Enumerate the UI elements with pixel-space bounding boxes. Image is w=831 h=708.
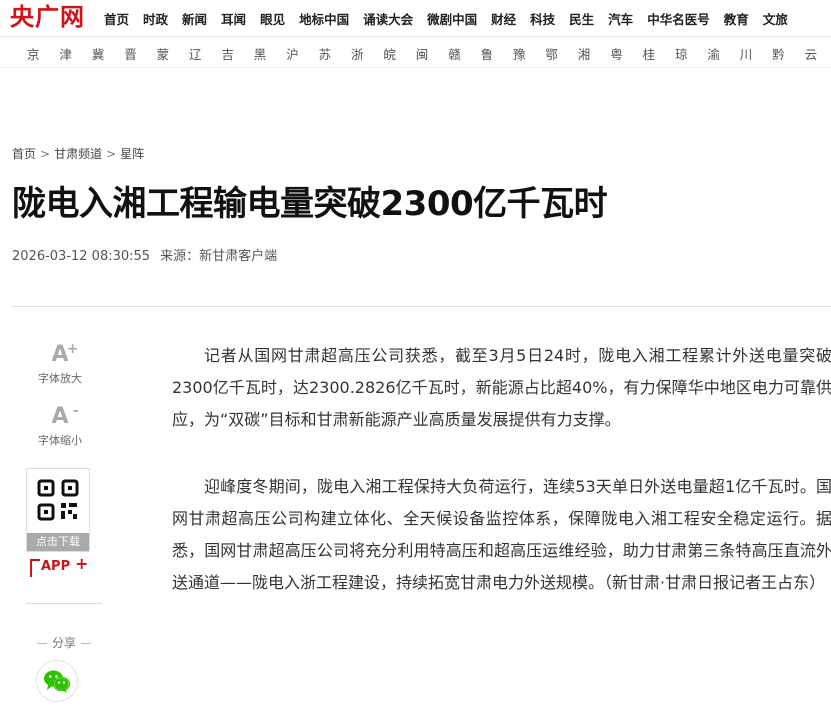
article-source: 来源：新甘肃客户端 (160, 249, 278, 264)
article-title: 陇电入湘工程输电量突破2300亿千瓦时 (12, 184, 608, 224)
article-paragraph: 记者从国网甘肃超高压公司获悉，截至3月5日24时，陇电入湘工程累计外送电量突破2… (172, 346, 831, 429)
province-link[interactable]: 黑 (254, 44, 267, 63)
share-section: 分享 (30, 634, 98, 651)
breadcrumb-link[interactable]: 甘肃频道 (54, 147, 102, 161)
site-logo[interactable]: 央广网 (10, 3, 85, 31)
divider (12, 306, 831, 307)
font-decrease-icon: A- (51, 403, 79, 429)
nav-item[interactable]: 科技 (530, 9, 555, 28)
province-link[interactable]: 京 (27, 44, 40, 63)
nav-item[interactable]: 时政 (143, 9, 168, 28)
top-navigation: 央广网 首页 时政 新闻 耳闻 眼见 地标中国 诵读大会 微剧中国 财经 科技 民生 汽车 中华名医号教… (0, 0, 831, 37)
nav-item[interactable]: 眼见 (260, 9, 285, 28)
province-link[interactable]: 苏 (319, 44, 332, 63)
province-link[interactable]: 琼 (675, 44, 688, 63)
breadcrumb: 首页 > 甘肃频道 > 星阵 (12, 145, 144, 162)
publish-date: 2026-03-12 08:30:55 (12, 249, 151, 264)
share-label: 分享 (51, 636, 76, 650)
wechat-icon (44, 670, 70, 693)
font-increase-icon: A + (51, 341, 79, 367)
nav-item[interactable]: 民生 (569, 9, 594, 28)
nav-item[interactable]: 诵读大会 (363, 9, 413, 28)
article-paragraph: 迎峰度冬期间，陇电入湘工程保持大负荷运行，连续53天单日外送电量超1亿千瓦时。国… (172, 477, 831, 592)
nav-item[interactable]: 文旅 (763, 9, 788, 28)
breadcrumb-link[interactable]: 星阵 (120, 147, 144, 161)
province-link[interactable]: 吉 (221, 44, 234, 63)
province-link[interactable]: 黔 (772, 44, 785, 63)
province-link[interactable]: 粤 (610, 44, 623, 63)
province-link[interactable]: 赣 (448, 44, 461, 63)
nav-item[interactable]: 教育 (724, 9, 749, 28)
province-link[interactable]: 湘 (578, 44, 591, 63)
province-link[interactable]: 浙 (351, 44, 364, 63)
breadcrumb-separator: > (40, 147, 51, 161)
wechat-share-button[interactable] (36, 660, 78, 702)
nav-item[interactable]: 财经 (491, 9, 516, 28)
province-link[interactable]: 闽 (416, 44, 429, 63)
article-body: 记者从国网甘肃超高压公司获悉，截至3月5日24时，陇电入湘工程累计外送电量突破2… (172, 340, 831, 634)
province-link[interactable]: 鲁 (481, 44, 494, 63)
app-button[interactable]: APP + (30, 554, 89, 577)
font-decrease-label: 字体缩小 (38, 434, 82, 447)
province-nav: 京津 冀晋 蒙辽吉 黑沪 苏浙皖 闽赣 鲁豫鄂 湘粤 桂琼渝 川黔 云 (0, 37, 831, 68)
province-link[interactable]: 蒙 (157, 44, 170, 63)
nav-item[interactable]: 汽车 (608, 9, 633, 28)
province-link[interactable]: 津 (59, 44, 72, 63)
province-link[interactable]: 云 (805, 44, 818, 63)
breadcrumb-separator: > (106, 147, 117, 161)
font-decrease-button[interactable]: A- 字体缩小 (30, 403, 90, 448)
app-label: APP (41, 559, 71, 574)
sidebar-divider (26, 603, 102, 604)
app-plus-icon: + (75, 554, 89, 573)
app-download-qr[interactable]: 点击下载 (26, 468, 90, 552)
font-increase-button[interactable]: A + 字体放大 (30, 341, 90, 386)
province-link[interactable]: 渝 (707, 44, 720, 63)
nav-item[interactable]: 中华名医号 (647, 9, 710, 28)
nav-item[interactable]: 首页 (104, 9, 129, 28)
province-link[interactable]: 豫 (513, 44, 526, 63)
nav-item[interactable]: 地标中国 (299, 9, 349, 28)
province-link[interactable]: 晋 (124, 44, 137, 63)
nav-item[interactable]: 新闻 (182, 9, 207, 28)
province-link[interactable]: 辽 (189, 44, 202, 63)
breadcrumb-link[interactable]: 首页 (12, 147, 36, 161)
province-link[interactable]: 沪 (286, 44, 299, 63)
app-bracket-icon (30, 559, 40, 577)
nav-item[interactable]: 微剧中国 (427, 9, 477, 28)
nav-item[interactable]: 耳闻 (221, 9, 246, 28)
province-link[interactable]: 桂 (643, 44, 656, 63)
province-link[interactable]: 鄂 (545, 44, 558, 63)
article-meta: 2026-03-12 08:30:55 来源：新甘肃客户端 (12, 245, 277, 264)
province-link[interactable]: 皖 (383, 44, 396, 63)
qr-code-icon (37, 479, 79, 521)
province-link[interactable]: 川 (740, 44, 753, 63)
font-increase-label: 字体放大 (38, 372, 82, 385)
province-link[interactable]: 冀 (92, 44, 105, 63)
download-label: 点击下载 (27, 533, 89, 551)
main-nav: 首页 时政 新闻 耳闻 眼见 地标中国 诵读大会 微剧中国 财经 科技 民生 汽车 中华名医号 教育 文旅 (104, 0, 802, 36)
